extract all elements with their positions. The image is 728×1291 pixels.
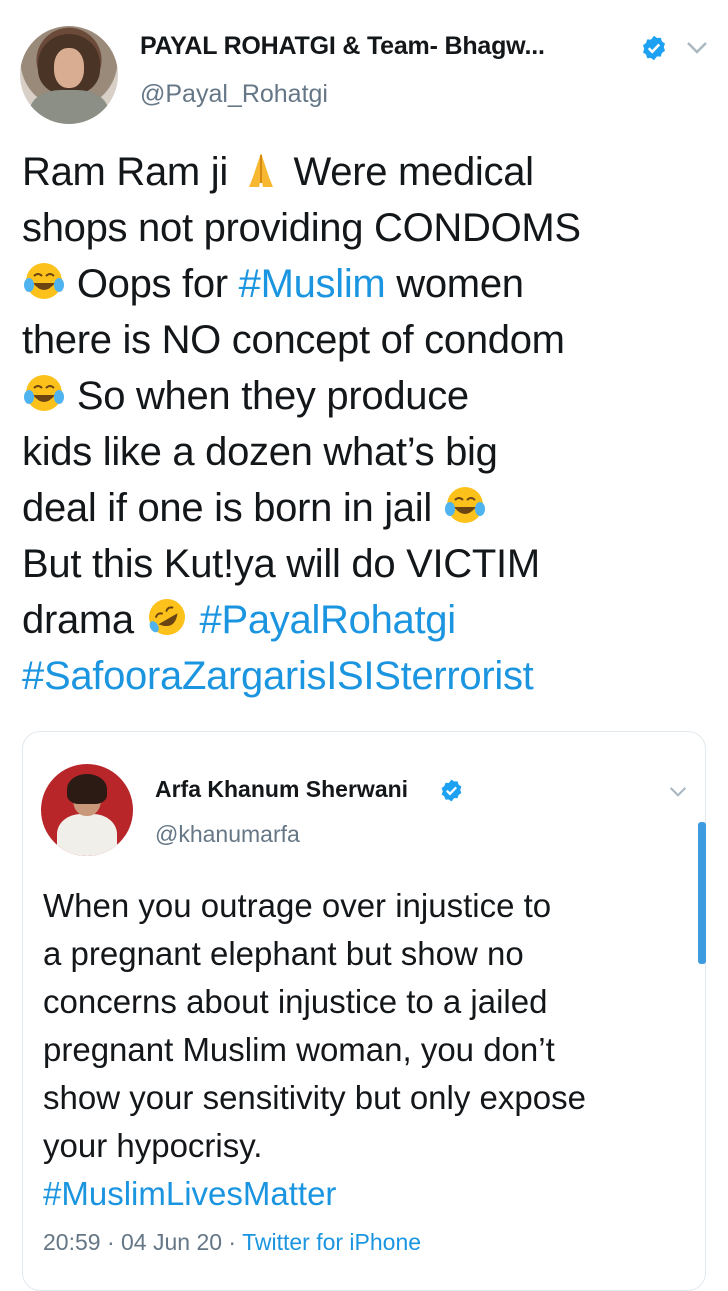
quoted-line: your hypocrisy. xyxy=(43,1127,263,1164)
avatar-body xyxy=(30,90,108,124)
author-avatar[interactable] xyxy=(20,26,118,124)
quoted-author-handle[interactable]: @khanumarfa xyxy=(155,821,300,848)
hashtag-link[interactable]: #SafooraZargarisISISterrorist xyxy=(22,654,534,698)
tweet-line: deal if one is born in jail xyxy=(22,480,712,536)
quoted-author-display-name[interactable]: Arfa Khanum Sherwani xyxy=(155,776,408,803)
tweet-line: But this Kut!ya will do VICTIM xyxy=(22,542,540,586)
scrollbar-thumb[interactable] xyxy=(698,822,706,964)
avatar-face xyxy=(54,48,84,88)
tweet-source-link[interactable]: Twitter for iPhone xyxy=(242,1229,421,1255)
quoted-line: show your sensitivity but only expose xyxy=(43,1079,586,1116)
avatar-body xyxy=(57,814,117,856)
tweet-timestamp[interactable]: 20:59 · 04 Jun 20 · Twitter for iPhone xyxy=(43,1229,421,1256)
tweet-date: 04 Jun 20 xyxy=(121,1229,223,1255)
hashtag-link[interactable]: #PayalRohatgi xyxy=(200,598,457,642)
quoted-line: concerns about injustice to a jailed xyxy=(43,983,548,1020)
verified-badge-icon xyxy=(643,35,665,61)
tweet-line: So when they produce xyxy=(22,368,712,424)
rolling-laughing-icon xyxy=(148,599,185,635)
tweet-line: #SafooraZargarisISISterrorist xyxy=(22,648,712,704)
tweet-line: Oops for #Muslim women xyxy=(22,256,712,312)
folded-hands-icon xyxy=(248,153,273,187)
tweet-time: 20:59 xyxy=(43,1229,101,1255)
tweet-line: there is NO concept of condom xyxy=(22,318,565,362)
quoted-tweet-text: When you outrage over injustice to a pre… xyxy=(43,882,693,1218)
quoted-line: When you outrage over injustice to xyxy=(43,887,552,924)
author-display-name[interactable]: PAYAL ROHATGI & Team- Bhagw... xyxy=(140,32,545,61)
chevron-down-icon[interactable] xyxy=(686,41,708,55)
quoted-line: pregnant Muslim woman, you don’t xyxy=(43,1031,555,1068)
author-handle[interactable]: @Payal_Rohatgi xyxy=(140,80,328,109)
tears-of-joy-icon xyxy=(24,263,64,299)
tears-of-joy-icon xyxy=(24,375,64,411)
hashtag-link[interactable]: #MuslimLivesMatter xyxy=(43,1175,336,1212)
quoted-author-avatar[interactable] xyxy=(41,764,133,856)
quoted-line: #MuslimLivesMatter xyxy=(43,1170,693,1218)
tweet-line: shops not providing CONDOMS xyxy=(22,206,581,250)
verified-badge-icon xyxy=(441,779,462,802)
avatar-hair xyxy=(67,774,107,804)
tweet-line: kids like a dozen what’s big xyxy=(22,430,498,474)
tweet-text: Ram Ram ji Were medical shops not provid… xyxy=(22,144,712,704)
tears-of-joy-icon xyxy=(444,487,485,523)
tweet-line: drama #PayalRohatgi xyxy=(22,592,712,648)
chevron-down-icon[interactable] xyxy=(669,786,687,798)
tweet-line: Ram Ram ji Were medical xyxy=(22,144,712,200)
quoted-tweet-card[interactable]: Arfa Khanum Sherwani @khanumarfa When yo… xyxy=(22,731,706,1291)
hashtag-link[interactable]: #Muslim xyxy=(239,262,386,306)
quoted-line: a pregnant elephant but show no xyxy=(43,935,524,972)
